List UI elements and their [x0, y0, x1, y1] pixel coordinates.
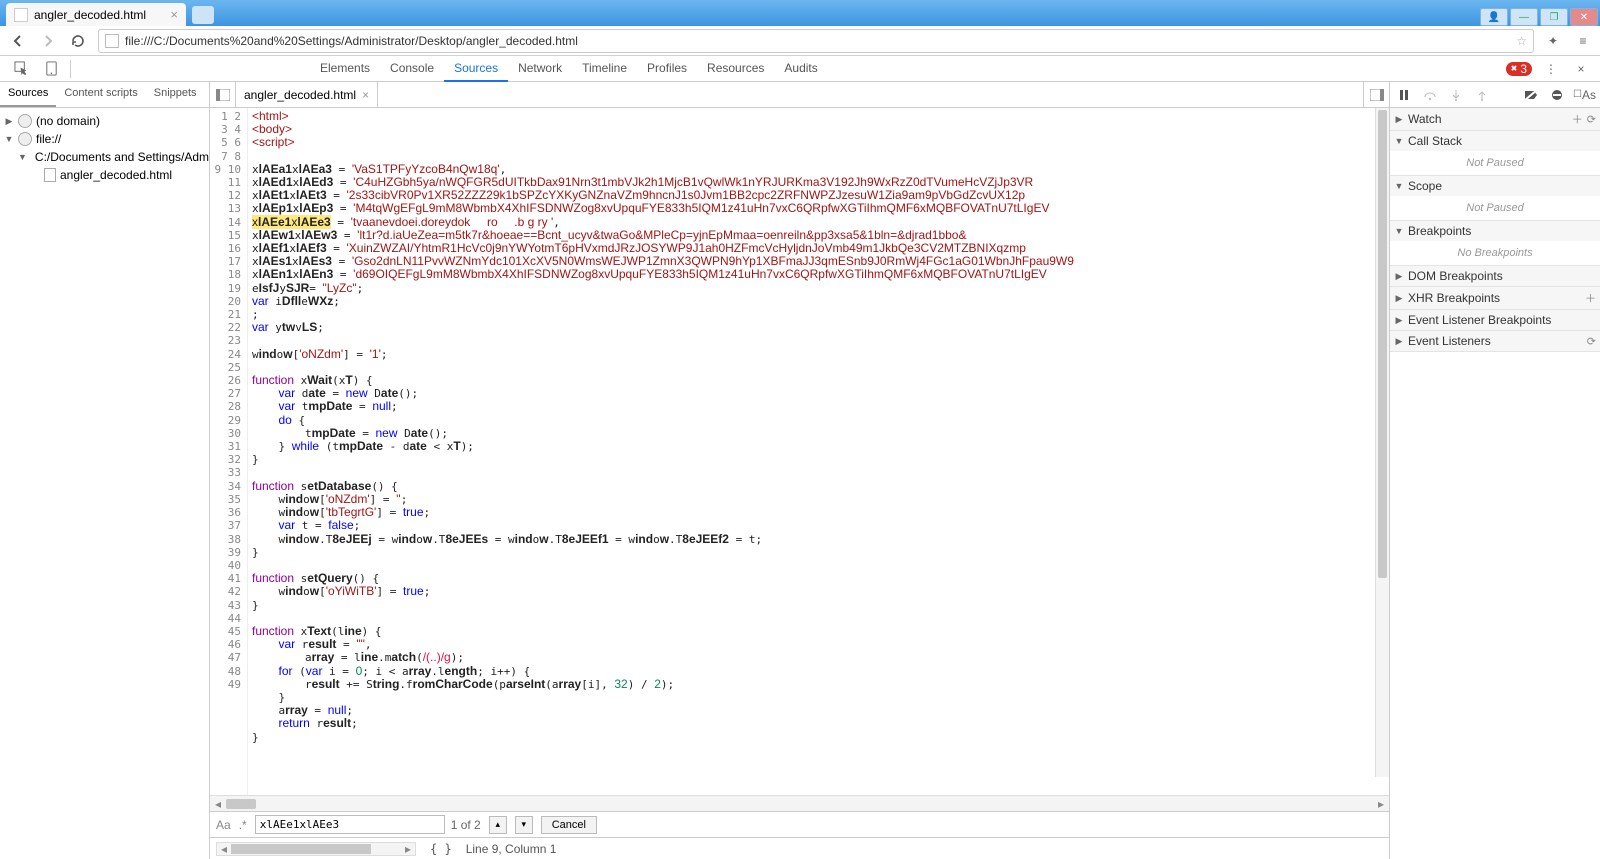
cursor-position: Line 9, Column 1: [466, 842, 557, 856]
nav-tab-snippets[interactable]: Snippets: [146, 82, 205, 107]
line-gutter[interactable]: 1 2 3 4 5 6 7 8 9 10 11 12 13 14 15 16 1…: [210, 108, 248, 795]
editor-statusbar: ◂▸ { } Line 9, Column 1: [210, 837, 1389, 859]
chrome-menu-icon[interactable]: ≡: [1574, 32, 1592, 50]
tree-no-domain[interactable]: ▶ (no domain): [0, 112, 209, 130]
devtools-panel-resources[interactable]: Resources: [697, 56, 774, 82]
find-prev-button[interactable]: ▴: [489, 816, 507, 834]
toggle-debugger-icon[interactable]: [1363, 82, 1389, 108]
scope-section-header[interactable]: ▼Scope: [1390, 176, 1600, 196]
domain-icon: [18, 132, 32, 146]
toggle-navigator-icon[interactable]: [210, 82, 236, 108]
file-icon: [44, 168, 56, 182]
watch-section-header[interactable]: ▶Watch ＋ ⟳: [1390, 108, 1600, 130]
step-into-button[interactable]: [1446, 85, 1466, 105]
address-bar: file:///C:/Documents%20and%20Settings/Ad…: [0, 26, 1600, 56]
url-text: file:///C:/Documents%20and%20Settings/Ad…: [125, 34, 578, 48]
extension-icon[interactable]: ✦: [1544, 32, 1562, 50]
scope-body: Not Paused: [1390, 196, 1600, 220]
code-editor[interactable]: <html> <body> <script> xlAEa1xlAEa3 = 'V…: [248, 108, 1389, 795]
window-user-icon[interactable]: 👤: [1480, 8, 1508, 26]
url-input[interactable]: file:///C:/Documents%20and%20Settings/Ad…: [98, 29, 1534, 53]
deactivate-breakpoints-button[interactable]: [1521, 85, 1541, 105]
browser-tab[interactable]: angler_decoded.html ×: [6, 3, 186, 26]
statusbar-hscroll[interactable]: ◂▸: [216, 842, 416, 856]
devtools-settings-icon[interactable]: ⋮: [1540, 58, 1562, 80]
callstack-body: Not Paused: [1390, 151, 1600, 175]
find-bar: Aa .* 1 of 2 ▴ ▾ Cancel: [210, 811, 1389, 837]
new-tab-button[interactable]: [192, 6, 214, 24]
step-out-button[interactable]: [1472, 85, 1492, 105]
page-icon: [105, 34, 119, 48]
devtools-panel-timeline[interactable]: Timeline: [572, 56, 637, 82]
callstack-section-header[interactable]: ▼Call Stack: [1390, 131, 1600, 151]
tree-folder[interactable]: ▼ C:/Documents and Settings/Admi: [0, 148, 209, 166]
breakpoints-section-header[interactable]: ▼Breakpoints: [1390, 221, 1600, 241]
back-button[interactable]: [8, 31, 28, 51]
reload-button[interactable]: [68, 31, 88, 51]
tree-file-scheme[interactable]: ▼ file://: [0, 130, 209, 148]
find-regex-toggle[interactable]: .*: [239, 818, 247, 832]
event-listeners-section-header[interactable]: ▶Event Listeners ⟳: [1390, 331, 1600, 351]
watch-add-icon[interactable]: ＋: [1572, 111, 1583, 127]
inspect-element-icon[interactable]: [10, 58, 32, 80]
devtools-panel-sources[interactable]: Sources: [444, 56, 508, 82]
error-count-badge[interactable]: 3: [1506, 62, 1532, 76]
devtools-panel-profiles[interactable]: Profiles: [637, 56, 697, 82]
event-listeners-refresh-icon[interactable]: ⟳: [1587, 335, 1596, 348]
editor-tab[interactable]: angler_decoded.html ×: [236, 82, 378, 108]
devtools-panel-audits[interactable]: Audits: [774, 56, 827, 82]
debugger-panel: ☐ As ▶Watch ＋ ⟳ ▼Call Stack Not Paused ▼…: [1390, 82, 1600, 859]
window-maximize-button[interactable]: ❐: [1540, 8, 1568, 26]
devtools-close-icon[interactable]: ×: [1570, 58, 1592, 80]
page-favicon-icon: [14, 8, 28, 22]
async-toggle[interactable]: ☐ As: [1573, 85, 1596, 105]
pretty-print-icon[interactable]: { }: [430, 842, 452, 856]
tab-close-icon[interactable]: ×: [170, 8, 178, 21]
breakpoints-body: No Breakpoints: [1390, 241, 1600, 265]
devtools-panel-console[interactable]: Console: [380, 56, 444, 82]
find-count: 1 of 2: [451, 818, 481, 832]
nav-tab-sources[interactable]: Sources: [0, 82, 56, 107]
find-cancel-button[interactable]: Cancel: [541, 816, 597, 834]
device-mode-icon[interactable]: [40, 58, 62, 80]
xhr-breakpoints-section-header[interactable]: ▶XHR Breakpoints ＋: [1390, 287, 1600, 309]
pause-on-exceptions-button[interactable]: [1547, 85, 1567, 105]
pause-button[interactable]: [1394, 85, 1414, 105]
find-matchcase-toggle[interactable]: Aa: [216, 818, 231, 832]
forward-button[interactable]: [38, 31, 58, 51]
step-over-button[interactable]: [1420, 85, 1440, 105]
tree-file[interactable]: angler_decoded.html: [0, 166, 209, 184]
sources-navigator: SourcesContent scriptsSnippets ▶ (no dom…: [0, 82, 210, 859]
domain-icon: [18, 114, 32, 128]
editor-hscrollbar[interactable]: ◂▸: [210, 795, 1389, 811]
devtools-panel-elements[interactable]: Elements: [310, 56, 380, 82]
xhr-bp-add-icon[interactable]: ＋: [1585, 290, 1596, 306]
find-input[interactable]: [255, 815, 445, 834]
editor-vscrollbar[interactable]: [1375, 108, 1389, 777]
bookmark-star-icon[interactable]: ☆: [1516, 34, 1527, 48]
nav-tab-content-scripts[interactable]: Content scripts: [56, 82, 145, 107]
dom-breakpoints-section-header[interactable]: ▶DOM Breakpoints: [1390, 266, 1600, 286]
editor-area: angler_decoded.html × 1 2 3 4 5 6 7 8 9 …: [210, 82, 1390, 859]
watch-refresh-icon[interactable]: ⟳: [1587, 113, 1596, 126]
browser-tab-title: angler_decoded.html: [34, 8, 146, 22]
window-close-button[interactable]: ✕: [1570, 8, 1598, 26]
window-titlebar: angler_decoded.html × 👤 — ❐ ✕: [0, 0, 1600, 26]
event-listener-bp-section-header[interactable]: ▶Event Listener Breakpoints: [1390, 310, 1600, 330]
find-next-button[interactable]: ▾: [515, 816, 533, 834]
devtools-toolbar: ElementsConsoleSourcesNetworkTimelinePro…: [0, 56, 1600, 82]
devtools-panel-network[interactable]: Network: [508, 56, 572, 82]
window-minimize-button[interactable]: —: [1510, 8, 1538, 26]
editor-tab-close-icon[interactable]: ×: [362, 88, 369, 102]
